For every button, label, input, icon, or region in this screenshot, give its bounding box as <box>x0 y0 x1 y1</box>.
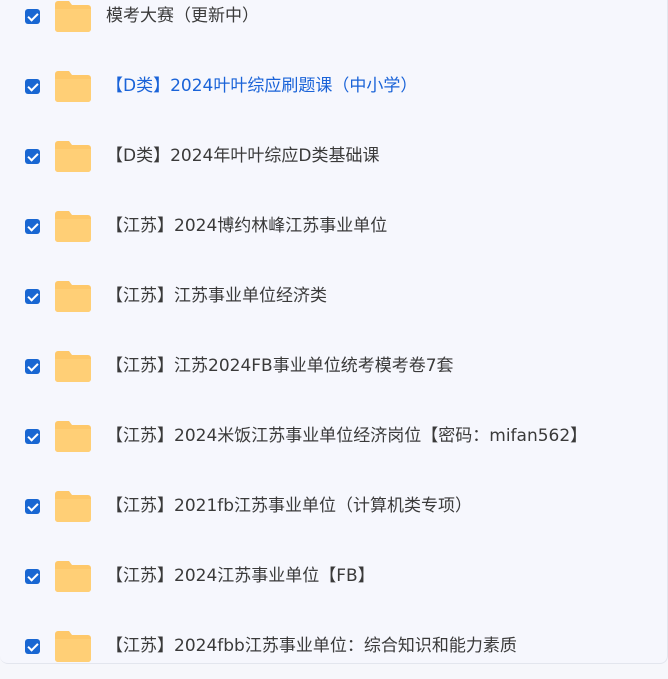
folder-name[interactable]: 模考大赛（更新中） <box>106 5 259 27</box>
folder-row[interactable]: 【江苏】2024江苏事业单位【FB】 <box>0 541 667 611</box>
folder-row[interactable]: 【D类】2024年叶叶综应D类基础课 <box>0 121 667 191</box>
folder-row[interactable]: 【江苏】江苏事业单位经济类 <box>0 261 667 331</box>
checkbox-checked[interactable] <box>25 639 40 654</box>
folder-icon <box>55 0 91 32</box>
folder-row[interactable]: 【江苏】2021fb江苏事业单位（计算机类专项） <box>0 471 667 541</box>
checkbox-checked[interactable] <box>25 499 40 514</box>
folder-name[interactable]: 【江苏】2024江苏事业单位【FB】 <box>106 565 375 587</box>
folder-icon <box>55 69 91 102</box>
folder-row[interactable]: 【江苏】江苏2024FB事业单位统考模考卷7套 <box>0 331 667 401</box>
checkbox-checked[interactable] <box>25 9 40 24</box>
folder-name[interactable]: 【D类】2024叶叶综应刷题课（中小学） <box>106 75 417 97</box>
file-list-panel: 模考大赛（更新中） 【D类】2024叶叶综应刷题课（中小学） 【D类】2024年… <box>0 0 668 664</box>
folder-icon <box>55 419 91 452</box>
folder-name[interactable]: 【江苏】江苏2024FB事业单位统考模考卷7套 <box>106 355 454 377</box>
checkbox-checked[interactable] <box>25 219 40 234</box>
folder-icon <box>55 209 91 242</box>
folder-name[interactable]: 【江苏】2024博约林峰江苏事业单位 <box>106 215 387 237</box>
checkbox-checked[interactable] <box>25 149 40 164</box>
folder-name[interactable]: 【江苏】2024fbb江苏事业单位：综合知识和能力素质 <box>106 635 517 657</box>
checkbox-checked[interactable] <box>25 429 40 444</box>
checkbox-checked[interactable] <box>25 289 40 304</box>
folder-icon <box>55 279 91 312</box>
checkbox-checked[interactable] <box>25 79 40 94</box>
folder-name[interactable]: 【江苏】江苏事业单位经济类 <box>106 285 327 307</box>
folder-icon <box>55 559 91 592</box>
folder-icon <box>55 629 91 662</box>
folder-row[interactable]: 【D类】2024叶叶综应刷题课（中小学） <box>0 51 667 121</box>
folder-icon <box>55 349 91 382</box>
folder-row[interactable]: 【江苏】2024fbb江苏事业单位：综合知识和能力素质 <box>0 611 667 663</box>
folder-icon <box>55 139 91 172</box>
checkbox-checked[interactable] <box>25 359 40 374</box>
folder-icon <box>55 489 91 522</box>
folder-name[interactable]: 【江苏】2021fb江苏事业单位（计算机类专项） <box>106 495 472 517</box>
checkbox-checked[interactable] <box>25 569 40 584</box>
folder-row[interactable]: 【江苏】2024博约林峰江苏事业单位 <box>0 191 667 261</box>
folder-name[interactable]: 【江苏】2024米饭江苏事业单位经济岗位【密码：mifan562】 <box>106 425 587 447</box>
folder-list: 模考大赛（更新中） 【D类】2024叶叶综应刷题课（中小学） 【D类】2024年… <box>0 0 667 663</box>
folder-name[interactable]: 【D类】2024年叶叶综应D类基础课 <box>106 145 379 167</box>
folder-row[interactable]: 【江苏】2024米饭江苏事业单位经济岗位【密码：mifan562】 <box>0 401 667 471</box>
folder-row[interactable]: 模考大赛（更新中） <box>0 0 667 51</box>
